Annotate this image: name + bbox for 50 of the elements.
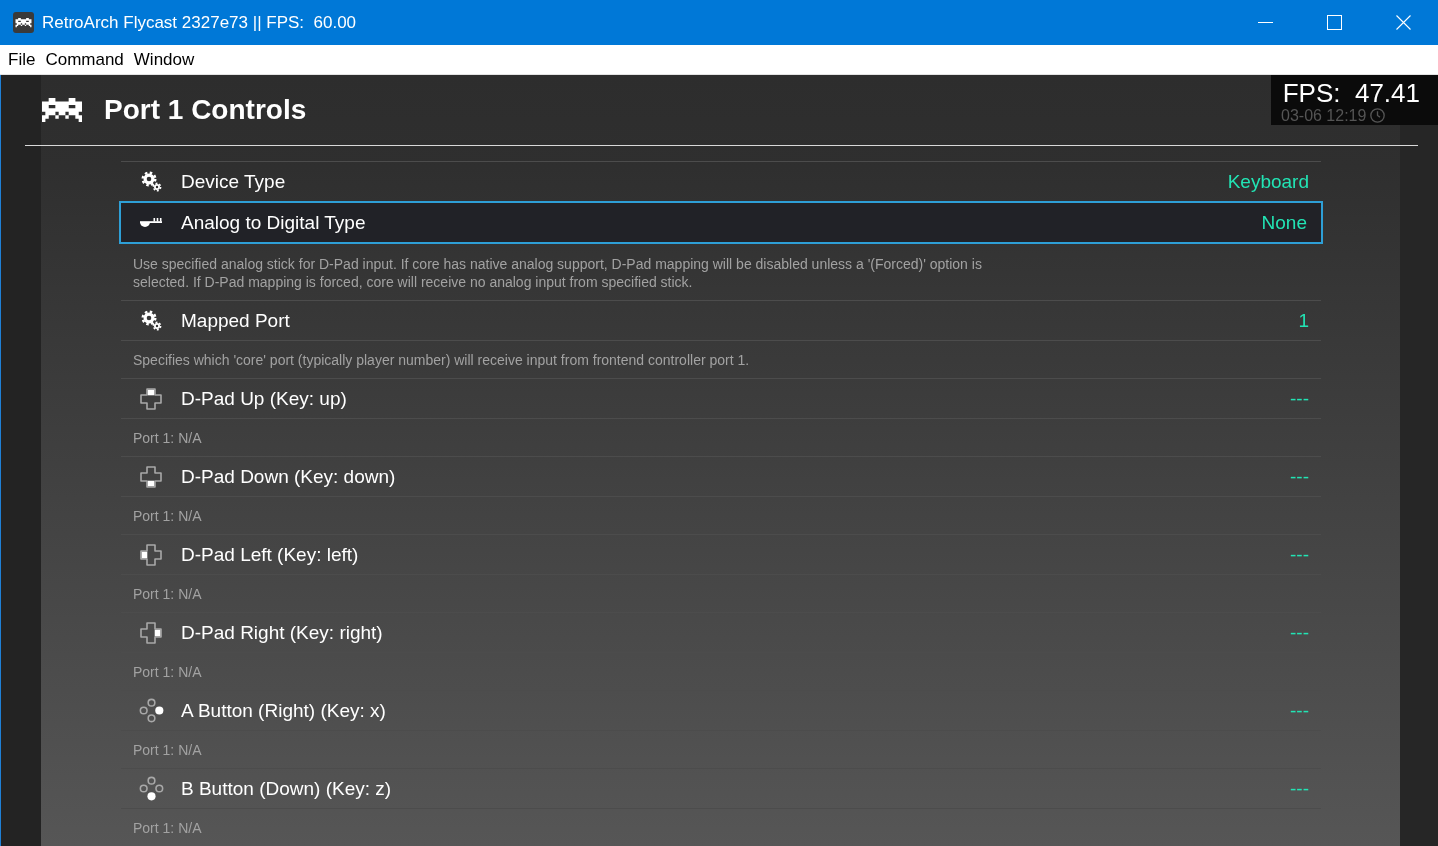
- setting-label: D-Pad Right (Key: right): [181, 621, 383, 644]
- setting-description: Specifies which 'core' port (typically player number) will receive input from frontend controller port 1.: [133, 351, 751, 369]
- setting-item[interactable]: D-Pad Left (Key: left) ---: [121, 534, 1321, 574]
- setting-label: Mapped Port: [181, 309, 290, 332]
- setting-value: None: [1261, 211, 1307, 234]
- setting-description: Use specified analog stick for D-Pad input. If core has native analog support, D-Pad mapping will be disabled unless a '(Forced)' option is selected. If D-Pad mapping is forced, core will receive no analog input from specified stick.: [133, 255, 983, 291]
- close-icon: [1396, 15, 1411, 30]
- setting-value: ---: [1290, 621, 1309, 644]
- setting-label: B Button (Down) (Key: z): [181, 777, 392, 800]
- menu-item[interactable]: Window: [128, 49, 200, 70]
- menu-item[interactable]: Command: [40, 49, 129, 70]
- setting-value: ---: [1290, 699, 1309, 722]
- setting-label: D-Pad Left (Key: left): [181, 543, 359, 566]
- key-icon: [139, 217, 163, 228]
- setting-description: Port 1: N/A: [133, 741, 203, 759]
- setting-label: D-Pad Down (Key: down): [181, 465, 396, 488]
- page-title: Port 1 Controls: [104, 94, 307, 126]
- setting-item[interactable]: A Button (Right) (Key: x) ---: [121, 690, 1321, 730]
- setting-label: D-Pad Up (Key: up): [181, 387, 347, 410]
- setting-item[interactable]: D-Pad Down (Key: down) ---: [121, 456, 1321, 496]
- app-icon: [13, 12, 34, 33]
- space-invader-logo-icon: [42, 98, 82, 122]
- fps-counter: FPS: 47.41: [1282, 82, 1420, 105]
- window-title: RetroArch Flycast 2327e73 || FPS: 60.00: [42, 12, 357, 33]
- setting-label: A Button (Right) (Key: x): [181, 699, 386, 722]
- gears-icon: [140, 310, 162, 331]
- gears-icon: [140, 171, 162, 192]
- setting-description: Port 1: N/A: [133, 429, 203, 447]
- setting-item[interactable]: Analog to Digital Type None: [119, 201, 1323, 244]
- setting-value: 1: [1298, 309, 1309, 332]
- setting-value: ---: [1290, 543, 1309, 566]
- menu-item[interactable]: File: [3, 49, 41, 70]
- setting-description: Port 1: N/A: [133, 585, 203, 603]
- setting-description: Port 1: N/A: [133, 663, 203, 681]
- minimize-icon: [1258, 22, 1273, 23]
- setting-item[interactable]: Mapped Port 1: [121, 300, 1321, 340]
- setting-value: ---: [1290, 777, 1309, 800]
- setting-description: Port 1: N/A: [133, 507, 203, 525]
- setting-value: ---: [1290, 465, 1309, 488]
- maximize-icon: [1327, 15, 1342, 30]
- setting-label: Analog to Digital Type: [181, 211, 366, 234]
- clock-text: 03-06 12:19: [1281, 107, 1367, 124]
- setting-item[interactable]: B Button (Down) (Key: z) ---: [121, 768, 1321, 808]
- setting-value: Keyboard: [1227, 170, 1309, 193]
- setting-item[interactable]: D-Pad Up (Key: up) ---: [121, 378, 1321, 418]
- setting-description: Port 1: N/A: [133, 819, 203, 837]
- setting-item[interactable]: D-Pad Right (Key: right) ---: [121, 612, 1321, 652]
- clock-icon: [1370, 108, 1386, 123]
- setting-label: Device Type: [181, 170, 286, 193]
- setting-value: ---: [1290, 387, 1309, 410]
